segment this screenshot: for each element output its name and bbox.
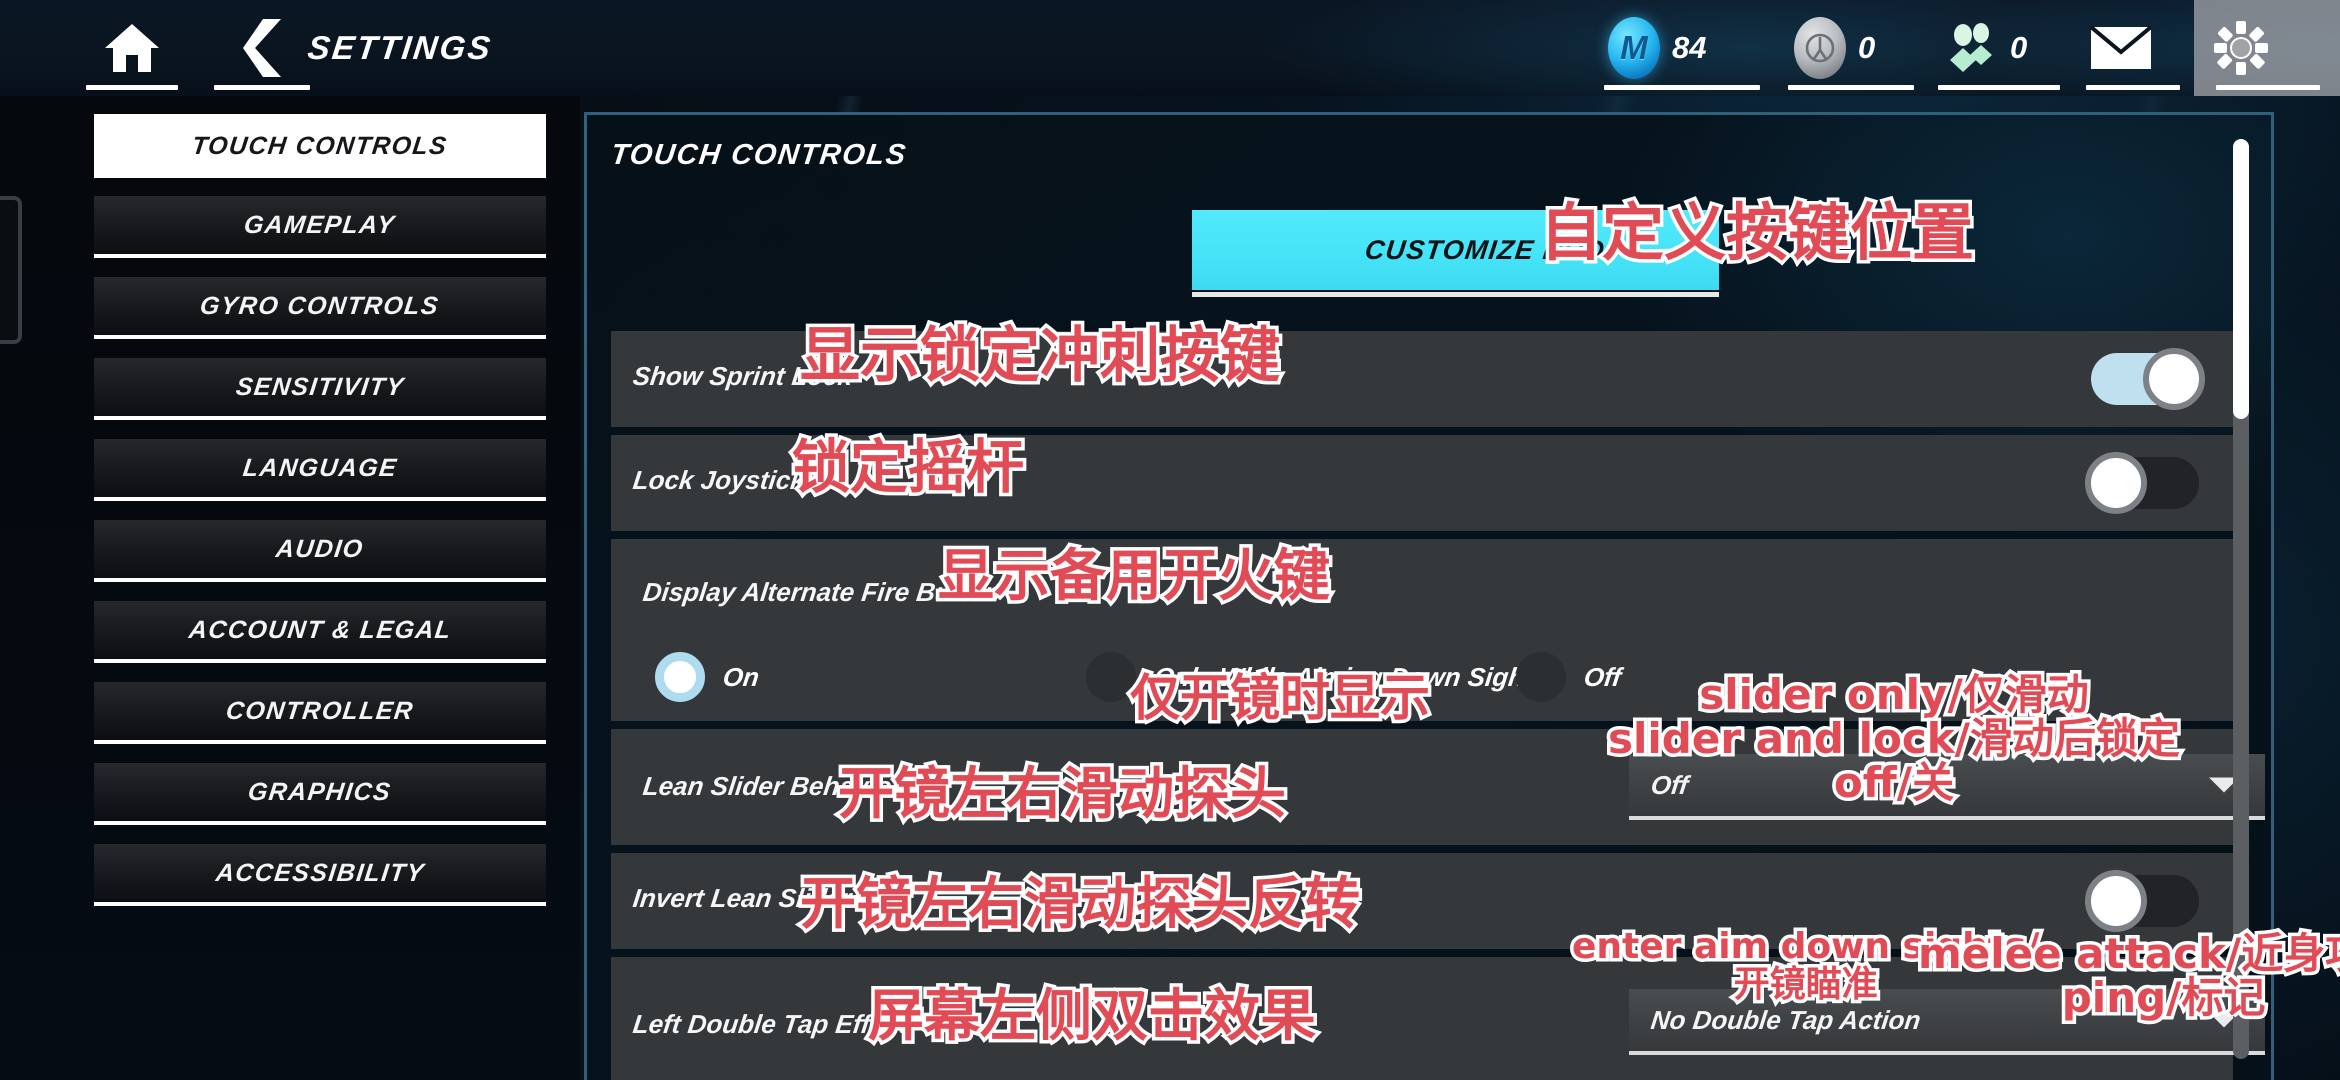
toggle-knob xyxy=(2085,870,2147,932)
sidebar-item-label: SENSITIVITY xyxy=(234,372,406,401)
settings-main-panel: TOUCH CONTROLS CUSTOMIZE HUD Show Sprint… xyxy=(584,112,2274,1080)
top-bar: SETTINGS M 84 0 0 xyxy=(0,0,2340,96)
gear-icon xyxy=(2214,21,2268,75)
display-alternate-fire-label: Display Alternate Fire Button xyxy=(641,577,1003,607)
lean-slider-behavior-label: Lean Slider Behavior xyxy=(641,771,904,801)
show-sprint-lock-label: Show Sprint Lock xyxy=(631,361,855,391)
radio-indicator xyxy=(1086,652,1136,702)
settings-sidebar: TOUCH CONTROLS GAMEPLAY GYRO CONTROLS SE… xyxy=(0,96,580,1080)
home-button[interactable] xyxy=(68,0,196,96)
sidebar-item-gyro-controls[interactable]: GYRO CONTROLS xyxy=(94,277,546,339)
mail-envelope-icon xyxy=(2090,26,2152,69)
show-sprint-lock-toggle[interactable] xyxy=(2091,348,2205,410)
sidebar-item-label: AUDIO xyxy=(274,534,366,563)
home-icon xyxy=(105,24,159,72)
sidebar-item-touch-controls[interactable]: TOUCH CONTROLS xyxy=(94,114,546,178)
customize-hud-underline xyxy=(1192,292,1719,297)
mail-button[interactable] xyxy=(2072,0,2194,96)
credits-underline xyxy=(1604,85,1760,90)
page-title: SETTINGS xyxy=(305,29,495,66)
sidebar-item-label: LANGUAGE xyxy=(241,453,399,482)
radio-label: Only While Aiming Down Sight xyxy=(1152,661,1535,692)
sidebar-item-audio[interactable]: AUDIO xyxy=(94,520,546,582)
currency-credits[interactable]: M 84 xyxy=(1590,0,1776,96)
sidebar-item-label: ACCESSIBILITY xyxy=(214,858,427,887)
sidebar-item-label: GRAPHICS xyxy=(246,777,394,806)
toggle-knob xyxy=(2085,452,2147,514)
gear-underline xyxy=(2216,85,2320,90)
sidebar-item-sensitivity[interactable]: SENSITIVITY xyxy=(94,358,546,420)
settings-gear-button[interactable] xyxy=(2194,0,2340,96)
radio-option-only-while-ads[interactable]: Only While Aiming Down Sight xyxy=(1086,652,1535,702)
lock-joystick-toggle[interactable] xyxy=(2085,452,2199,514)
sidebar-item-gameplay[interactable]: GAMEPLAY xyxy=(94,196,546,258)
row-show-sprint-lock[interactable]: Show Sprint Lock xyxy=(611,331,2233,427)
left-double-tap-label: Left Double Tap Effect xyxy=(631,1009,910,1039)
radio-option-off[interactable]: Off xyxy=(1516,652,1623,702)
lean-slider-behavior-value: Off xyxy=(1649,769,1690,800)
back-underline xyxy=(214,85,310,90)
row-lock-joystick[interactable]: Lock Joystick xyxy=(611,435,2233,531)
lean-slider-behavior-dropdown[interactable]: Off xyxy=(1629,754,2265,820)
sidebar-item-language[interactable]: LANGUAGE xyxy=(94,439,546,501)
radio-label: On xyxy=(721,661,762,692)
sidebar-item-label: ACCOUNT & LEGAL xyxy=(187,615,454,644)
invert-lean-slider-label: Invert Lean Slider xyxy=(631,883,854,913)
sidebar-item-account-legal[interactable]: ACCOUNT & LEGAL xyxy=(94,601,546,663)
left-double-tap-dropdown[interactable]: No Double Tap Action xyxy=(1629,989,2265,1055)
sidebar-item-label: GYRO CONTROLS xyxy=(198,291,442,320)
row-display-alternate-fire: Display Alternate Fire Button On Only Wh… xyxy=(611,539,2233,721)
invert-lean-slider-toggle[interactable] xyxy=(2085,870,2199,932)
friends-button[interactable]: 0 xyxy=(1926,0,2072,96)
row-lean-slider-behavior: Lean Slider Behavior Off xyxy=(611,729,2265,845)
sidebar-item-graphics[interactable]: GRAPHICS xyxy=(94,763,546,825)
r6-token-coin-icon xyxy=(1794,17,1846,79)
radio-indicator xyxy=(1516,652,1566,702)
back-chevron-icon xyxy=(243,19,281,77)
left-double-tap-value: No Double Tap Action xyxy=(1649,1004,1923,1035)
row-left-double-tap-effect: Left Double Tap Effect No Double Tap Act… xyxy=(611,957,2265,1080)
radio-option-on[interactable]: On xyxy=(655,652,762,702)
panel-title: TOUCH CONTROLS xyxy=(609,139,909,171)
mail-underline xyxy=(2086,85,2180,90)
friends-icon xyxy=(1950,23,1992,72)
credits-value: 84 xyxy=(1672,30,1707,65)
tokens-underline xyxy=(1788,85,1914,90)
radio-label: Off xyxy=(1582,661,1623,692)
sidebar-item-label: GAMEPLAY xyxy=(242,210,398,239)
row-invert-lean-slider[interactable]: Invert Lean Slider xyxy=(611,853,2233,949)
customize-hud-button[interactable]: CUSTOMIZE HUD xyxy=(1192,210,1719,290)
toggle-knob xyxy=(2143,348,2205,410)
sidebar-item-label: TOUCH CONTROLS xyxy=(190,131,450,160)
tokens-value: 0 xyxy=(1858,30,1876,65)
sidebar-item-label: CONTROLLER xyxy=(224,696,416,725)
scrollbar-track[interactable] xyxy=(2233,139,2249,1059)
customize-hud-label: CUSTOMIZE HUD xyxy=(1363,234,1608,265)
edge-drawer-handle[interactable] xyxy=(0,196,22,344)
currency-r6-tokens[interactable]: 0 xyxy=(1776,0,1926,96)
scrollbar-thumb[interactable] xyxy=(2233,139,2249,419)
app-root: SETTINGS M 84 0 0 TOUCH CONTROLS GAMEPLA… xyxy=(0,0,2340,1080)
friends-value: 0 xyxy=(2010,30,2028,65)
sidebar-item-accessibility[interactable]: ACCESSIBILITY xyxy=(94,844,546,906)
friends-underline xyxy=(1938,85,2060,90)
m-credit-coin-icon: M xyxy=(1608,17,1660,79)
home-underline xyxy=(86,85,178,90)
radio-indicator xyxy=(655,652,705,702)
lock-joystick-label: Lock Joystick xyxy=(631,465,807,495)
sidebar-item-controller[interactable]: CONTROLLER xyxy=(94,682,546,744)
